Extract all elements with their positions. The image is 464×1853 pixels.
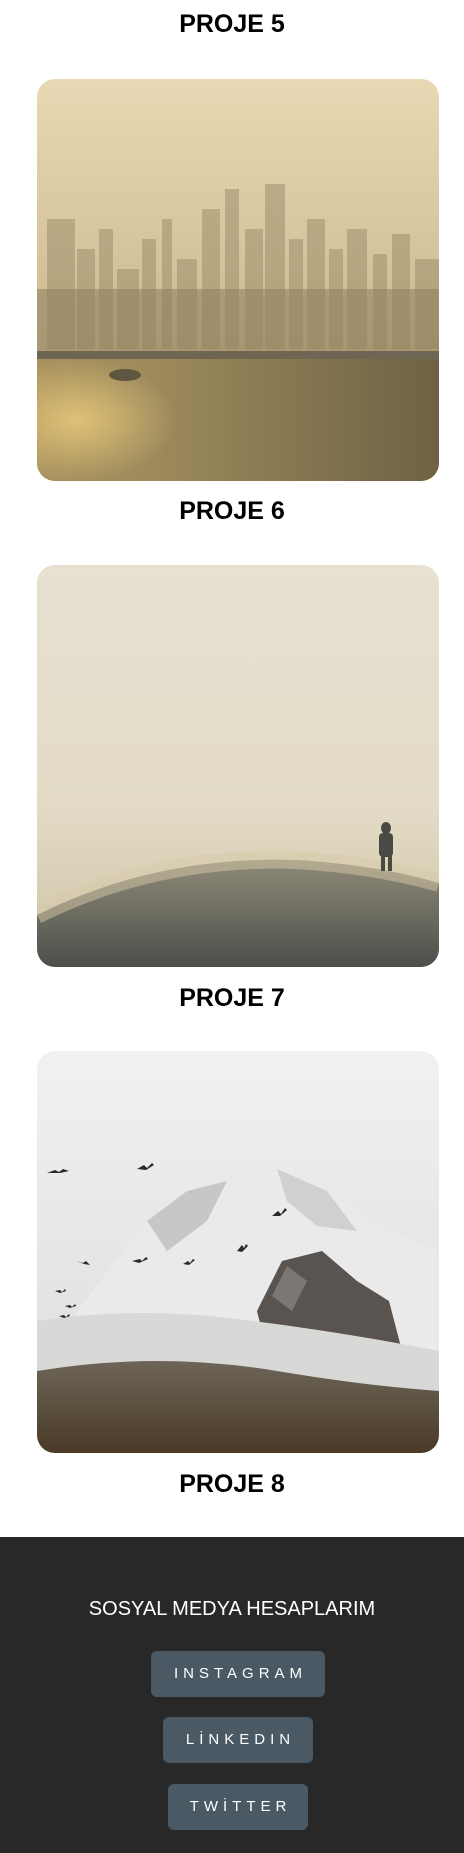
footer: SOSYAL MEDYA HESAPLARIM INSTAGRAM LİNKED… xyxy=(0,1537,464,1853)
project-image-fog[interactable] xyxy=(37,565,439,967)
city-skyline-image xyxy=(37,79,439,481)
twitter-button[interactable]: TWİTTER xyxy=(168,1784,308,1830)
project-title: PROJE 6 xyxy=(179,497,285,525)
project-title: PROJE 7 xyxy=(179,984,285,1012)
social-heading: SOSYAL MEDYA HESAPLARIM xyxy=(88,1598,376,1620)
foggy-hill-image xyxy=(37,565,439,967)
project-title: PROJE 8 xyxy=(179,1470,285,1498)
page: PROJE 5 PROJE 6 PROJE 7 PROJE 8 SOSYAL M… xyxy=(0,0,464,1853)
instagram-button[interactable]: INSTAGRAM xyxy=(151,1651,325,1697)
project-image-city[interactable] xyxy=(37,79,439,481)
linkedin-button[interactable]: LİNKEDIN xyxy=(163,1717,313,1763)
project-image-mountain[interactable] xyxy=(37,1051,439,1453)
project-title: PROJE 5 xyxy=(179,10,285,38)
snowy-mountain-image xyxy=(37,1051,439,1453)
